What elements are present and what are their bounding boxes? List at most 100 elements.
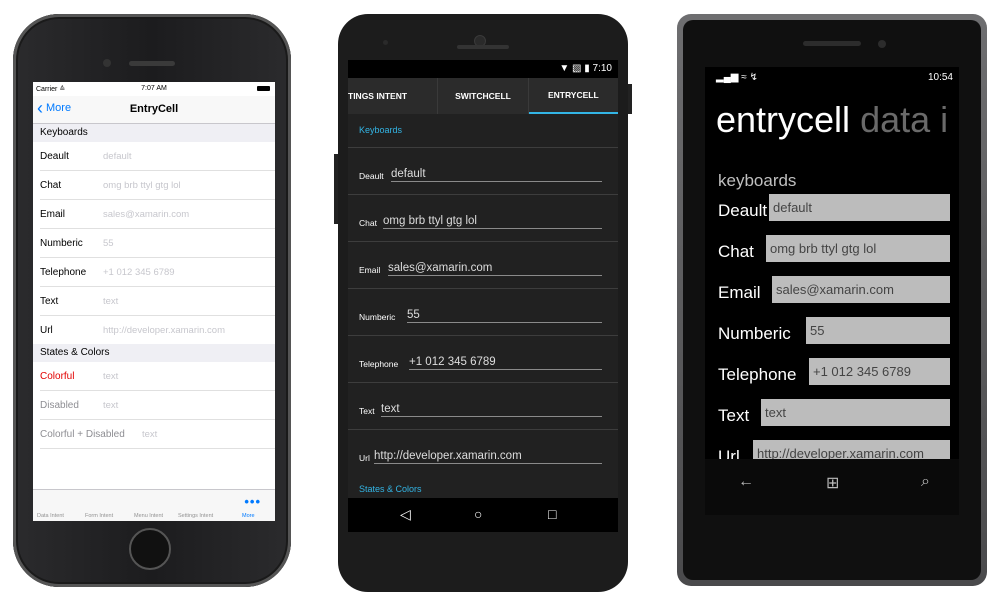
entry-cell-email[interactable]: Email sales@xamarin.com bbox=[40, 200, 275, 229]
entry-label: Telephone bbox=[718, 365, 797, 384]
entry-cell-text[interactable]: Text text bbox=[705, 396, 959, 437]
entry-input[interactable]: 55 bbox=[806, 317, 950, 344]
tab-entrycell[interactable]: ENTRYCELL bbox=[528, 78, 618, 114]
ios-screen: Carrier ≙ 7:07 AM ‹ More EntryCell Keybo… bbox=[33, 82, 275, 521]
tab-menu-intent[interactable]: Menu Intent bbox=[134, 513, 163, 519]
status-time: 10:54 bbox=[927, 72, 953, 83]
entry-label: Deault bbox=[40, 151, 69, 162]
entry-input[interactable]: sales@xamarin.com bbox=[103, 209, 189, 220]
tab-switchcell[interactable]: SWITCHCELL bbox=[438, 78, 529, 114]
entry-cell-chat[interactable]: Chat omg brb ttyl gtg lol bbox=[40, 171, 275, 200]
entry-label: Text bbox=[718, 406, 750, 425]
home-icon[interactable]: ○ bbox=[474, 506, 482, 522]
entry-label: Colorful bbox=[40, 371, 75, 382]
tab-more[interactable]: More bbox=[242, 513, 255, 519]
speaker-grille bbox=[457, 45, 509, 49]
entry-input[interactable]: +1 012 345 6789 bbox=[409, 356, 602, 370]
entry-cell-chat[interactable]: Chat omg brb ttyl gtg lol bbox=[348, 195, 618, 242]
battery-icon bbox=[257, 86, 270, 91]
entry-cell-numeric[interactable]: Numberic 55 bbox=[348, 289, 618, 336]
entry-input[interactable]: +1 012 345 6789 bbox=[103, 267, 175, 278]
front-camera-icon bbox=[878, 40, 886, 48]
entry-cell-numeric[interactable]: Numberic 55 bbox=[40, 229, 275, 258]
entry-label: Text bbox=[359, 406, 375, 416]
iphone-device: Carrier ≙ 7:07 AM ‹ More EntryCell Keybo… bbox=[13, 14, 291, 587]
entry-cell-default[interactable]: Deault default bbox=[40, 142, 275, 171]
entry-label: Url bbox=[359, 453, 370, 463]
pivot-title-next[interactable]: data i bbox=[860, 99, 948, 140]
entry-input[interactable]: http://developer.xamarin.com bbox=[103, 325, 225, 336]
status-time: 7:10 bbox=[592, 63, 612, 74]
back-icon[interactable]: ◁ bbox=[400, 506, 411, 523]
entry-label: Telephone bbox=[359, 359, 399, 369]
entry-cell-text[interactable]: Text text bbox=[40, 287, 275, 316]
front-camera-icon bbox=[103, 59, 111, 67]
entry-input[interactable]: default bbox=[391, 168, 602, 182]
entry-input[interactable]: text bbox=[761, 399, 950, 426]
android-tab-strip: TINGS INTENT SWITCHCELL ENTRYCELL bbox=[348, 78, 618, 114]
entry-input[interactable]: text bbox=[103, 371, 118, 382]
tab-form-intent[interactable]: Form Intent bbox=[85, 513, 113, 519]
wp-nav-bar: ← ⊞ ⌕ bbox=[705, 459, 959, 515]
entry-cell-numeric[interactable]: Numberic 55 bbox=[705, 314, 959, 355]
ios-navigation-bar: ‹ More EntryCell bbox=[33, 96, 275, 124]
entry-cell-telephone[interactable]: Telephone +1 012 345 6789 bbox=[348, 336, 618, 383]
speaker-grille bbox=[129, 61, 175, 66]
entry-cell-default[interactable]: Deault default bbox=[705, 191, 959, 232]
entry-label: Email bbox=[718, 283, 761, 302]
entry-cell-colorful[interactable]: Colorful text bbox=[40, 362, 275, 391]
entry-cell-url[interactable]: Url http://developer.xamarin.com bbox=[40, 316, 275, 344]
back-arrow-icon[interactable]: ← bbox=[738, 473, 754, 491]
entry-input[interactable]: http://developer.xamarin.com bbox=[374, 450, 602, 464]
entry-input[interactable]: text bbox=[103, 296, 118, 307]
entry-cell-telephone[interactable]: Telephone +1 012 345 6789 bbox=[705, 355, 959, 396]
entry-input[interactable]: +1 012 345 6789 bbox=[809, 358, 950, 385]
section-header-keyboards: Keyboards bbox=[33, 124, 275, 142]
entry-cell-default[interactable]: Deault default bbox=[348, 148, 618, 195]
speaker-grille bbox=[803, 41, 861, 46]
wp-status-bar: ▂▄▆ ≈ ↯ 10:54 bbox=[705, 67, 959, 87]
entry-input[interactable]: sales@xamarin.com bbox=[772, 276, 950, 303]
search-icon[interactable]: ⌕ bbox=[921, 473, 930, 491]
entry-label: Deault bbox=[718, 201, 768, 220]
recents-icon[interactable]: □ bbox=[548, 506, 556, 522]
more-dots-icon[interactable]: ••• bbox=[244, 494, 261, 509]
device-bezel: ▂▄▆ ≈ ↯ 10:54 entrycell data i keyboards… bbox=[683, 20, 981, 580]
android-screen: ▼ ▧ ▮ 7:10 TINGS INTENT SWITCHCELL ENTRY… bbox=[348, 60, 618, 532]
entry-label: Chat bbox=[40, 180, 62, 191]
entry-input[interactable]: 55 bbox=[407, 309, 602, 323]
entry-input[interactable]: sales@xamarin.com bbox=[388, 262, 602, 276]
android-device: ▼ ▧ ▮ 7:10 TINGS INTENT SWITCHCELL ENTRY… bbox=[334, 14, 632, 592]
sensor-icon bbox=[383, 40, 388, 45]
entry-label: Chat bbox=[718, 242, 754, 261]
entry-cell-email[interactable]: Email sales@xamarin.com bbox=[348, 242, 618, 289]
tab-data-intent[interactable]: Data Intent bbox=[37, 513, 64, 519]
entry-cell-email[interactable]: Email sales@xamarin.com bbox=[705, 273, 959, 314]
entry-input[interactable]: 55 bbox=[103, 238, 114, 249]
wp-screen: ▂▄▆ ≈ ↯ 10:54 entrycell data i keyboards… bbox=[705, 67, 959, 515]
entry-label: Numberic bbox=[40, 238, 83, 249]
entry-input[interactable]: default bbox=[769, 194, 950, 221]
windows-start-icon[interactable]: ⊞ bbox=[826, 473, 839, 493]
entry-input[interactable]: omg brb ttyl gtg lol bbox=[383, 215, 602, 229]
android-nav-bar: ◁ ○ □ bbox=[348, 498, 618, 532]
entry-cell-colorful-disabled: Colorful + Disabled text bbox=[40, 420, 275, 449]
entry-label: Deault bbox=[359, 171, 384, 181]
home-button[interactable] bbox=[129, 528, 171, 570]
entry-label: Disabled bbox=[40, 400, 79, 411]
entry-input[interactable]: omg brb ttyl gtg lol bbox=[103, 180, 181, 191]
entry-input[interactable]: default bbox=[103, 151, 132, 162]
entry-label: Url bbox=[40, 325, 53, 336]
entry-input[interactable]: omg brb ttyl gtg lol bbox=[766, 235, 950, 262]
entry-cell-telephone[interactable]: Telephone +1 012 345 6789 bbox=[40, 258, 275, 287]
signal-icons: ▂▄▆ ≈ ↯ bbox=[716, 72, 758, 83]
entry-input[interactable]: text bbox=[381, 403, 602, 417]
entry-cell-text[interactable]: Text text bbox=[348, 383, 618, 430]
tab-settings-intent[interactable]: TINGS INTENT bbox=[348, 78, 439, 114]
entry-label: Numberic bbox=[359, 312, 396, 322]
entry-cell-disabled: Disabled text bbox=[40, 391, 275, 420]
entry-cell-url[interactable]: Url http://developer.xamarin.com bbox=[348, 430, 618, 476]
tab-settings-intent[interactable]: Settings Intent bbox=[178, 513, 213, 519]
pivot-title-active[interactable]: entrycell bbox=[716, 99, 850, 140]
entry-cell-chat[interactable]: Chat omg brb ttyl gtg lol bbox=[705, 232, 959, 273]
